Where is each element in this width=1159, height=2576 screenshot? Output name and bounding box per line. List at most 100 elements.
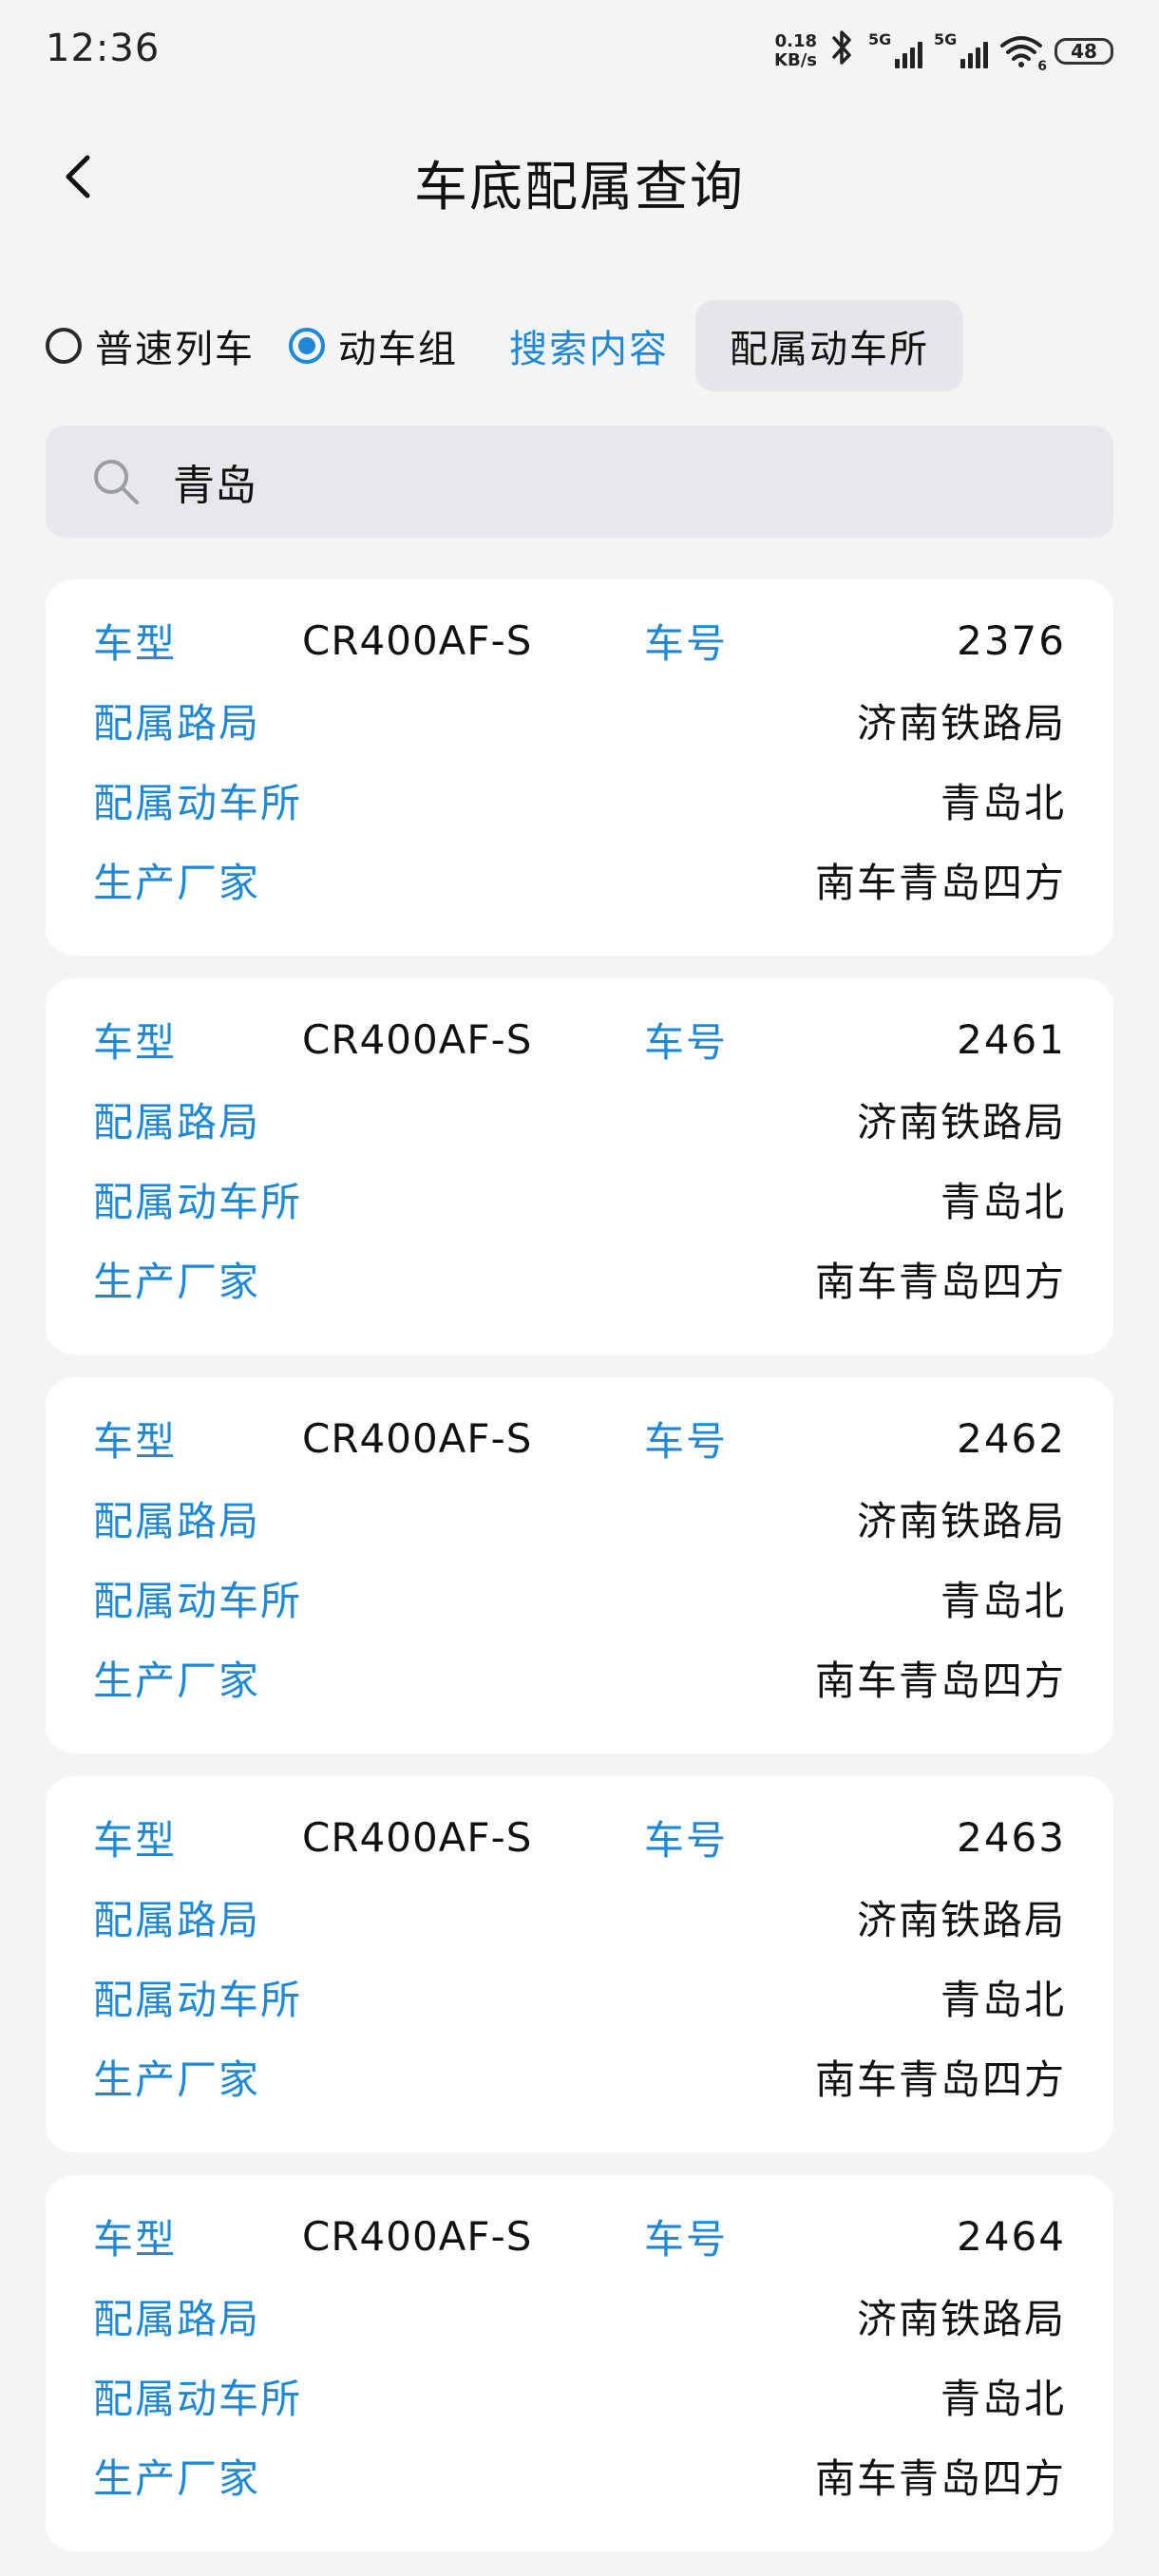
maker-label: 生产厂家 — [93, 2454, 261, 2502]
depot-value: 青岛北 — [940, 1976, 1066, 2023]
network-speed-value: 0.18 — [774, 30, 817, 51]
bureau-value: 济南铁路局 — [856, 1497, 1066, 1544]
radio-circle-checked — [289, 328, 325, 364]
bureau-label: 配属路局 — [93, 2295, 261, 2342]
row-model: 车型 CR400AF-S 车号 2376 — [93, 612, 1066, 669]
model-value: CR400AF-S — [302, 2212, 533, 2260]
maker-label: 生产厂家 — [93, 1657, 261, 1704]
sim1-network-tag: 5G — [868, 29, 892, 48]
radio-label: 普速列车 — [95, 328, 255, 371]
bluetooth-icon — [828, 28, 857, 73]
number-value: 2462 — [957, 1414, 1066, 1462]
battery-level: 48 — [1071, 39, 1097, 63]
depot-label: 配属动车所 — [93, 1178, 303, 1225]
search-bar — [46, 426, 1113, 538]
number-value: 2376 — [957, 616, 1066, 664]
radio-circle — [46, 328, 82, 364]
row-maker: 生产厂家 南车青岛四方 — [93, 1250, 1066, 1307]
bureau-label: 配属路局 — [93, 1098, 261, 1146]
wifi-badge: 6 — [1037, 58, 1047, 74]
sim2-network-tag: 5G — [934, 29, 958, 48]
maker-value: 南车青岛四方 — [814, 2055, 1066, 2103]
number-label: 车号 — [644, 1417, 729, 1465]
bureau-label: 配属路局 — [93, 1497, 261, 1544]
radio-emu-train[interactable]: 动车组 — [289, 318, 458, 373]
row-depot: 配属动车所 青岛北 — [93, 1170, 1066, 1227]
maker-value: 南车青岛四方 — [814, 1258, 1066, 1305]
bureau-label: 配属路局 — [93, 1896, 261, 1943]
filter-row: 普速列车 动车组 搜索内容 配属动车所 — [46, 300, 1113, 391]
model-value: CR400AF-S — [302, 1015, 533, 1063]
row-depot: 配属动车所 青岛北 — [93, 2367, 1066, 2424]
results-list: 车型 CR400AF-S 车号 2376 配属路局 济南铁路局 配属动车所 青岛… — [46, 579, 1113, 2574]
row-maker: 生产厂家 南车青岛四方 — [93, 1649, 1066, 1706]
row-depot: 配属动车所 青岛北 — [93, 1569, 1066, 1626]
row-bureau: 配属路局 济南铁路局 — [93, 691, 1066, 748]
bureau-value: 济南铁路局 — [856, 1098, 1066, 1146]
number-value: 2463 — [957, 1813, 1066, 1861]
row-bureau: 配属路局 济南铁路局 — [93, 1090, 1066, 1147]
depot-value: 青岛北 — [940, 779, 1066, 826]
search-scope-label: 搜索内容 — [509, 328, 669, 371]
depot-value: 青岛北 — [940, 1577, 1066, 1624]
bureau-label: 配属路局 — [93, 699, 261, 747]
model-label: 车型 — [93, 1417, 178, 1465]
search-icon — [94, 460, 139, 504]
bureau-value: 济南铁路局 — [856, 2295, 1066, 2342]
number-label: 车号 — [644, 1816, 729, 1864]
model-value: CR400AF-S — [302, 1414, 533, 1462]
depot-value: 青岛北 — [940, 2375, 1066, 2422]
bureau-value: 济南铁路局 — [856, 1896, 1066, 1943]
bureau-value: 济南铁路局 — [856, 699, 1066, 747]
model-value: CR400AF-S — [302, 1813, 533, 1861]
battery-icon: 48 — [1054, 37, 1113, 65]
number-value: 2464 — [957, 2212, 1066, 2260]
result-card[interactable]: 车型 CR400AF-S 车号 2462 配属路局 济南铁路局 配属动车所 青岛… — [46, 1377, 1113, 1753]
maker-value: 南车青岛四方 — [814, 1657, 1066, 1704]
radio-regular-train[interactable]: 普速列车 — [46, 318, 255, 373]
row-maker: 生产厂家 南车青岛四方 — [93, 2048, 1066, 2105]
wifi-icon: 6 — [999, 34, 1047, 74]
row-depot: 配属动车所 青岛北 — [93, 771, 1066, 828]
page-title: 车底配属查询 — [414, 157, 745, 218]
model-value: CR400AF-S — [302, 616, 533, 664]
status-icons: 0.18 KB/s 5G 5G 6 48 — [774, 28, 1113, 74]
number-value: 2461 — [957, 1015, 1066, 1063]
status-time: 12:36 — [46, 27, 161, 70]
depot-label: 配属动车所 — [93, 1577, 303, 1624]
row-depot: 配属动车所 青岛北 — [93, 1968, 1066, 2025]
row-maker: 生产厂家 南车青岛四方 — [93, 851, 1066, 908]
number-label: 车号 — [644, 619, 729, 667]
status-bar: 12:36 0.18 KB/s 5G 5G 6 48 — [0, 0, 1159, 104]
model-label: 车型 — [93, 1018, 178, 1066]
depot-label: 配属动车所 — [93, 2375, 303, 2422]
maker-label: 生产厂家 — [93, 859, 261, 906]
result-card[interactable]: 车型 CR400AF-S 车号 2463 配属路局 济南铁路局 配属动车所 青岛… — [46, 1776, 1113, 2152]
maker-label: 生产厂家 — [93, 1258, 261, 1305]
radio-label: 动车组 — [338, 328, 458, 371]
maker-value: 南车青岛四方 — [814, 2454, 1066, 2502]
number-label: 车号 — [644, 1018, 729, 1066]
result-card[interactable]: 车型 CR400AF-S 车号 2461 配属路局 济南铁路局 配属动车所 青岛… — [46, 978, 1113, 1354]
signal-icon-sim2: 5G — [934, 30, 988, 68]
model-label: 车型 — [93, 619, 178, 667]
row-maker: 生产厂家 南车青岛四方 — [93, 2447, 1066, 2504]
result-card[interactable]: 车型 CR400AF-S 车号 2376 配属路局 济南铁路局 配属动车所 青岛… — [46, 579, 1113, 956]
row-bureau: 配属路局 济南铁路局 — [93, 2287, 1066, 2344]
number-label: 车号 — [644, 2215, 729, 2263]
row-model: 车型 CR400AF-S 车号 2464 — [93, 2207, 1066, 2264]
search-scope-selector[interactable]: 配属动车所 — [695, 300, 963, 391]
row-model: 车型 CR400AF-S 车号 2461 — [93, 1011, 1066, 1068]
maker-value: 南车青岛四方 — [814, 859, 1066, 906]
search-input[interactable] — [171, 456, 1030, 507]
depot-label: 配属动车所 — [93, 779, 303, 826]
network-speed-unit: KB/s — [774, 49, 817, 70]
depot-value: 青岛北 — [940, 1178, 1066, 1225]
row-bureau: 配属路局 济南铁路局 — [93, 1489, 1066, 1546]
maker-label: 生产厂家 — [93, 2055, 261, 2103]
depot-label: 配属动车所 — [93, 1976, 303, 2023]
row-model: 车型 CR400AF-S 车号 2462 — [93, 1410, 1066, 1467]
model-label: 车型 — [93, 1816, 178, 1864]
result-card[interactable]: 车型 CR400AF-S 车号 2464 配属路局 济南铁路局 配属动车所 青岛… — [46, 2175, 1113, 2551]
row-bureau: 配属路局 济南铁路局 — [93, 1888, 1066, 1945]
